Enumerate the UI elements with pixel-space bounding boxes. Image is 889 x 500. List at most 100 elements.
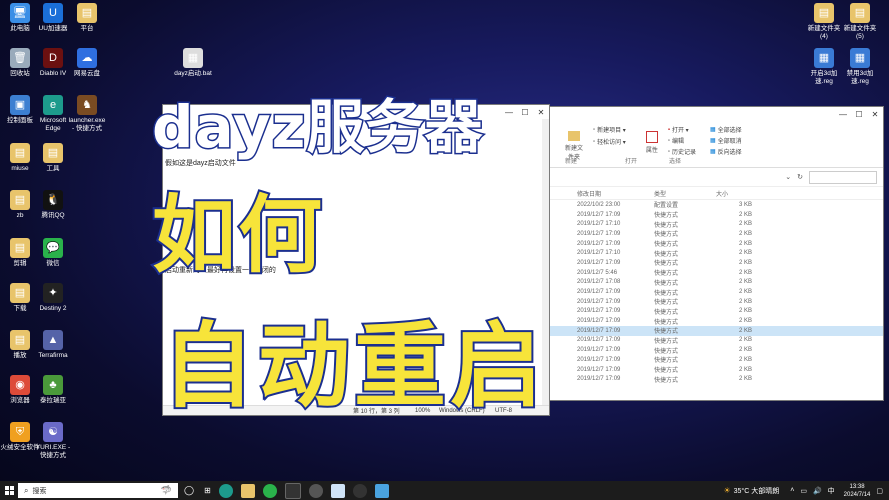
desktop-icon[interactable]: ▦ 禁用3d加速.reg (840, 48, 880, 86)
file-row[interactable]: 2019/12/7 17:09 快捷方式 2 KB (549, 307, 883, 317)
desktop-icon[interactable]: ☯ YURI.EXE - 快捷方式 (33, 422, 73, 460)
maximize-icon[interactable]: ☐ (517, 108, 533, 117)
refresh-icon[interactable]: ↻ (797, 173, 803, 181)
file-row[interactable]: 2019/12/7 17:09 快捷方式 2 KB (549, 325, 883, 336)
obs-taskbar-icon[interactable] (308, 483, 323, 498)
desktop-icon-label: Terrafirma (38, 352, 68, 359)
explorer-titlebar[interactable]: — ☐ ✕ (549, 107, 883, 121)
desktop-app-icon: ▤ (814, 3, 834, 23)
file-row[interactable]: 2019/12/7 17:09 快捷方式 2 KB (549, 374, 883, 384)
file-row[interactable]: 2019/12/7 5:46 快捷方式 2 KB (549, 268, 883, 278)
windows-logo-icon (4, 486, 14, 495)
clock[interactable]: 13:38 2024/7/14 (844, 483, 871, 499)
desktop-icon-label: 新建文件夹 (5) (843, 25, 877, 40)
desktop-icon[interactable]: ▤ 新建文件夹 (5) (840, 3, 880, 41)
open-button[interactable]: ▪ 打开 ▾ (668, 125, 696, 135)
desktop-icon[interactable]: ▤ 平台 (67, 3, 107, 33)
monitor-taskbar-icon[interactable] (374, 483, 389, 498)
desktop-icon[interactable]: ▦ dayz启动.bat (173, 48, 213, 78)
notification-icon[interactable]: ▢ (876, 487, 883, 495)
select-all-button[interactable]: ▦ 全部选择 (710, 125, 742, 134)
file-row[interactable]: 2019/12/7 17:09 快捷方式 2 KB (549, 258, 883, 268)
minimize-icon[interactable]: — (835, 110, 851, 119)
ime-icon[interactable]: 中 (828, 486, 835, 496)
file-type: 快捷方式 (654, 319, 679, 326)
start-button[interactable] (0, 481, 18, 500)
history-button[interactable]: ▫ 历史记录 (668, 147, 696, 157)
desktop-icon[interactable]: 🐧 腾讯QQ (33, 190, 73, 220)
desktop-icon[interactable]: ♞ launcher.exe - 快捷方式 (67, 95, 107, 133)
chevron-down-icon[interactable]: ⌄ (785, 173, 791, 181)
file-row[interactable]: 2019/12/7 17:09 快捷方式 2 KB (549, 239, 883, 249)
column-type[interactable]: 类型 (654, 189, 714, 198)
file-type: 快捷方式 (654, 338, 679, 345)
file-row[interactable]: 2022/10/2 23:00 配置设置 3 KB (549, 200, 883, 210)
minimize-icon[interactable]: — (501, 108, 517, 117)
desktop-icon[interactable]: ▦ 开启3d加速.reg (804, 48, 844, 86)
desktop-icon-label: 开启3d加速.reg (810, 70, 838, 85)
notepad-taskbar-icon[interactable] (330, 483, 345, 498)
desktop-app-icon: ▦ (183, 48, 203, 68)
task-view-icon[interactable]: ◯ (184, 485, 194, 496)
file-row[interactable]: 2019/12/7 17:09 快捷方式 2 KB (549, 316, 883, 326)
desktop-icon[interactable]: ▤ 工具 (33, 143, 73, 173)
file-row[interactable]: 2019/12/7 17:09 快捷方式 2 KB (549, 210, 883, 220)
desktop-icon[interactable]: ✦ Destiny 2 (33, 283, 73, 313)
file-size: 2 KB (738, 318, 752, 325)
file-size: 2 KB (738, 298, 752, 305)
desktop-icon[interactable]: ♣ 泰拉瑞亚 (33, 375, 73, 405)
tray-chevron-icon[interactable]: ˄ (790, 487, 794, 494)
desktop-icon[interactable]: ▤ 新建文件夹 (4) (804, 3, 844, 41)
column-date[interactable]: 修改日期 (549, 189, 654, 198)
file-type: 快捷方式 (654, 222, 679, 229)
easy-access-button[interactable]: ▫ 轻松访问 ▾ (593, 137, 626, 147)
desktop-icon-label: 新建文件夹 (4) (807, 25, 841, 40)
desktop-icon[interactable]: 💬 微信 (33, 238, 73, 268)
file-row[interactable]: 2019/12/7 17:09 快捷方式 2 KB (549, 355, 883, 365)
file-row[interactable]: 2019/12/7 17:10 快捷方式 2 KB (549, 248, 883, 258)
desktop-app-icon: 🖥 (10, 3, 30, 23)
shark-search-highlight-icon: 🦈 (160, 485, 172, 495)
file-row[interactable]: 2019/12/7 17:08 快捷方式 2 KB (549, 278, 883, 288)
file-row[interactable]: 2019/12/7 17:09 快捷方式 2 KB (549, 287, 883, 297)
file-date: 2019/12/7 17:10 (577, 250, 621, 257)
weather-icon[interactable]: ☀ (723, 486, 730, 495)
terminal-taskbar-icon[interactable] (284, 482, 301, 499)
desktop-app-icon: ▤ (850, 3, 870, 23)
edit-button[interactable]: ▫ 编辑 (668, 136, 696, 146)
column-size[interactable]: 大小 (714, 189, 754, 198)
desktop-icon[interactable]: ▲ Terrafirma (33, 330, 73, 360)
desktop-app-icon: ♣ (43, 375, 63, 395)
file-row[interactable]: 2019/12/7 17:09 快捷方式 2 KB (549, 297, 883, 307)
new-item-button[interactable]: ▫ 新建项目 ▾ (593, 125, 626, 135)
desktop-icon-label: YURI.EXE - 快捷方式 (35, 444, 71, 459)
file-row[interactable]: 2019/12/7 17:09 快捷方式 2 KB (549, 336, 883, 346)
weather-text[interactable]: 35°C 大部晴朗 (734, 486, 780, 496)
widgets-icon[interactable]: ⊞ (204, 486, 211, 495)
close-icon[interactable]: ✕ (533, 108, 549, 117)
file-row[interactable]: 2019/12/7 17:10 快捷方式 2 KB (549, 219, 883, 229)
edge-taskbar-icon[interactable] (218, 483, 233, 498)
file-row[interactable]: 2019/12/7 17:09 快捷方式 2 KB (549, 365, 883, 375)
close-icon[interactable]: ✕ (867, 110, 883, 119)
ribbon-group-select: 选择 (669, 159, 682, 165)
steam-taskbar-icon[interactable] (352, 483, 367, 498)
desktop-icon[interactable]: ☁ 网易云盘 (67, 48, 107, 78)
maximize-icon[interactable]: ☐ (851, 110, 867, 119)
search-icon: ⌕ (24, 485, 29, 495)
volume-icon[interactable]: 🔊 (813, 487, 822, 495)
desktop-app-icon: ☯ (43, 422, 63, 442)
select-none-button[interactable]: ▦ 全部取消 (710, 136, 742, 145)
network-icon[interactable]: ▭ (800, 487, 807, 495)
overlay-title-line3: 自动重启 (160, 311, 547, 422)
file-size: 2 KB (738, 308, 752, 315)
file-type: 配置设置 (654, 203, 679, 210)
file-row[interactable]: 2019/12/7 17:09 快捷方式 2 KB (549, 229, 883, 239)
taskbar-search-box[interactable]: ⌕ 搜索 🦈 (18, 483, 178, 498)
file-explorer-taskbar-icon[interactable] (240, 483, 255, 498)
wechat-taskbar-icon[interactable] (262, 483, 277, 498)
invert-selection-button[interactable]: ▦ 反向选择 (710, 147, 742, 156)
desktop-app-icon: ▤ (10, 238, 30, 258)
file-row[interactable]: 2019/12/7 17:09 快捷方式 2 KB (549, 345, 883, 355)
search-input[interactable] (809, 170, 877, 184)
